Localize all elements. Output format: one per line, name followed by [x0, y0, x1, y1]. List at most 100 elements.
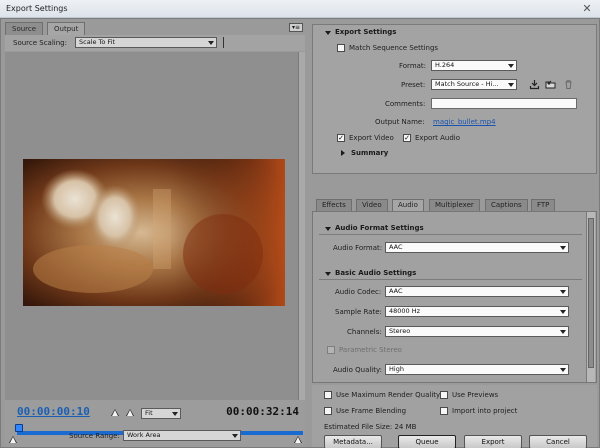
- sample-rate-dropdown[interactable]: 48000 Hz: [385, 306, 569, 317]
- preview-panel: Source Output ▾≡ Source Scaling: Scale T…: [5, 21, 305, 447]
- audio-settings-pane: Audio Format Settings Audio Format: AAC …: [312, 211, 597, 383]
- zoom-value: Fit: [145, 409, 153, 417]
- chevron-down-icon: [560, 330, 566, 334]
- source-range-dropdown[interactable]: Work Area: [123, 430, 241, 441]
- export-settings-section: Export Settings Match Sequence Settings …: [312, 24, 597, 174]
- audio-codec-value: AAC: [389, 287, 403, 295]
- scrollbar-thumb[interactable]: [588, 218, 594, 368]
- audio-quality-dropdown[interactable]: High: [385, 364, 569, 375]
- channels-value: Stereo: [389, 327, 411, 335]
- use-previews-checkbox[interactable]: [440, 391, 448, 399]
- use-previews-label: Use Previews: [452, 391, 499, 399]
- chevron-down-icon: [560, 368, 566, 372]
- source-range-value: Work Area: [127, 431, 161, 439]
- format-dropdown[interactable]: H.264: [431, 60, 517, 71]
- save-preset-icon[interactable]: [529, 79, 540, 90]
- estimated-file-size: Estimated File Size: 24 MB: [324, 423, 417, 431]
- window-title: Export Settings: [6, 4, 68, 13]
- tab-audio[interactable]: Audio: [392, 199, 424, 211]
- playhead-handle[interactable]: [15, 424, 23, 432]
- close-icon[interactable]: ✕: [580, 3, 594, 15]
- tab-captions[interactable]: Captions: [485, 199, 528, 211]
- metadata-button[interactable]: Metadata...: [324, 435, 382, 448]
- chevron-down-icon: [172, 412, 178, 416]
- audio-format-value: AAC: [389, 243, 403, 251]
- source-scaling-row: Source Scaling: Scale To Fit: [5, 35, 305, 51]
- preset-label: Preset:: [401, 81, 426, 89]
- audio-quality-value: High: [389, 365, 404, 373]
- tab-video[interactable]: Video: [356, 199, 388, 211]
- expand-triangle-icon[interactable]: [341, 150, 345, 156]
- channels-label: Channels:: [347, 328, 382, 336]
- match-sequence-checkbox[interactable]: [337, 44, 345, 52]
- audio-quality-label: Audio Quality:: [333, 366, 382, 374]
- collapse-triangle-icon[interactable]: [325, 31, 331, 35]
- mark-out-fill-icon: [127, 410, 133, 416]
- source-scaling-value: Scale To Fit: [79, 38, 116, 46]
- export-audio-label: Export Audio: [415, 134, 461, 142]
- settings-scrollbar[interactable]: [586, 212, 595, 382]
- frame-blending-checkbox[interactable]: [324, 407, 332, 415]
- delete-preset-icon[interactable]: [563, 79, 574, 90]
- tab-ftp[interactable]: FTP: [531, 199, 556, 211]
- max-render-quality-label: Use Maximum Render Quality: [336, 391, 441, 399]
- tab-source[interactable]: Source: [5, 22, 44, 35]
- format-label: Format:: [399, 62, 427, 70]
- section-divider: [319, 279, 582, 280]
- audio-codec-dropdown[interactable]: AAC: [385, 286, 569, 297]
- summary-header[interactable]: Summary: [351, 149, 388, 157]
- tab-output[interactable]: Output: [47, 22, 86, 35]
- collapse-triangle-icon[interactable]: [325, 272, 331, 276]
- video-preview: [5, 52, 305, 400]
- channels-dropdown[interactable]: Stereo: [385, 326, 569, 337]
- source-scaling-dropdown[interactable]: Scale To Fit: [75, 37, 217, 48]
- tab-multiplexer[interactable]: Multiplexer: [429, 199, 480, 211]
- video-frame-image: [23, 159, 285, 306]
- source-range-row: Source Range: Work Area: [5, 430, 305, 448]
- max-render-quality-checkbox[interactable]: [324, 391, 332, 399]
- match-sequence-label: Match Sequence Settings: [349, 44, 439, 52]
- queue-button[interactable]: Queue: [398, 435, 456, 448]
- export-audio-checkbox[interactable]: ✓: [403, 134, 411, 142]
- preview-scrollbar[interactable]: [298, 52, 305, 400]
- output-name-label: Output Name:: [375, 118, 425, 126]
- window-titlebar: Export Settings ✕: [0, 0, 600, 18]
- dialog-body: Source Output ▾≡ Source Scaling: Scale T…: [0, 18, 600, 448]
- preset-value: Match Source - Hi...: [435, 80, 499, 88]
- source-range-label: Source Range:: [69, 432, 120, 440]
- current-timecode[interactable]: 00:00:00:10: [17, 405, 90, 418]
- chevron-down-icon: [560, 246, 566, 250]
- sample-rate-label: Sample Rate:: [335, 308, 382, 316]
- comments-input[interactable]: [431, 98, 577, 109]
- panel-menu-icon[interactable]: ▾≡: [289, 23, 303, 32]
- audio-codec-label: Audio Codec:: [335, 288, 382, 296]
- output-name-link[interactable]: magic_bullet.mp4: [433, 118, 496, 126]
- frame-blending-label: Use Frame Blending: [336, 407, 407, 415]
- chevron-down-icon: [232, 434, 238, 438]
- export-settings-header: Export Settings: [335, 28, 397, 36]
- preset-dropdown[interactable]: Match Source - Hi...: [431, 79, 517, 90]
- audio-format-dropdown[interactable]: AAC: [385, 242, 569, 253]
- cancel-button[interactable]: Cancel: [529, 435, 587, 448]
- format-value: H.264: [435, 61, 455, 69]
- chevron-down-icon: [560, 290, 566, 294]
- import-preset-icon[interactable]: [545, 79, 556, 90]
- comments-label: Comments:: [385, 100, 426, 108]
- export-video-label: Export Video: [349, 134, 394, 142]
- import-into-project-label: Import into project: [452, 407, 518, 415]
- source-scaling-label: Source Scaling:: [13, 39, 67, 47]
- settings-tabstrip: Effects Video Audio Multiplexer Captions…: [312, 199, 597, 211]
- tab-effects[interactable]: Effects: [316, 199, 352, 211]
- import-into-project-checkbox[interactable]: [440, 407, 448, 415]
- export-button[interactable]: Export: [464, 435, 522, 448]
- zoom-dropdown[interactable]: Fit: [141, 408, 181, 419]
- toolbar-divider: [223, 37, 224, 48]
- basic-audio-header: Basic Audio Settings: [335, 269, 417, 277]
- parametric-stereo-label: Parametric Stereo: [339, 346, 402, 354]
- sample-rate-value: 48000 Hz: [389, 307, 421, 315]
- settings-panel: Export Settings Match Sequence Settings …: [310, 21, 599, 448]
- export-video-checkbox[interactable]: ✓: [337, 134, 345, 142]
- chevron-down-icon: [508, 64, 514, 68]
- parametric-stereo-checkbox[interactable]: [327, 346, 335, 354]
- collapse-triangle-icon[interactable]: [325, 227, 331, 231]
